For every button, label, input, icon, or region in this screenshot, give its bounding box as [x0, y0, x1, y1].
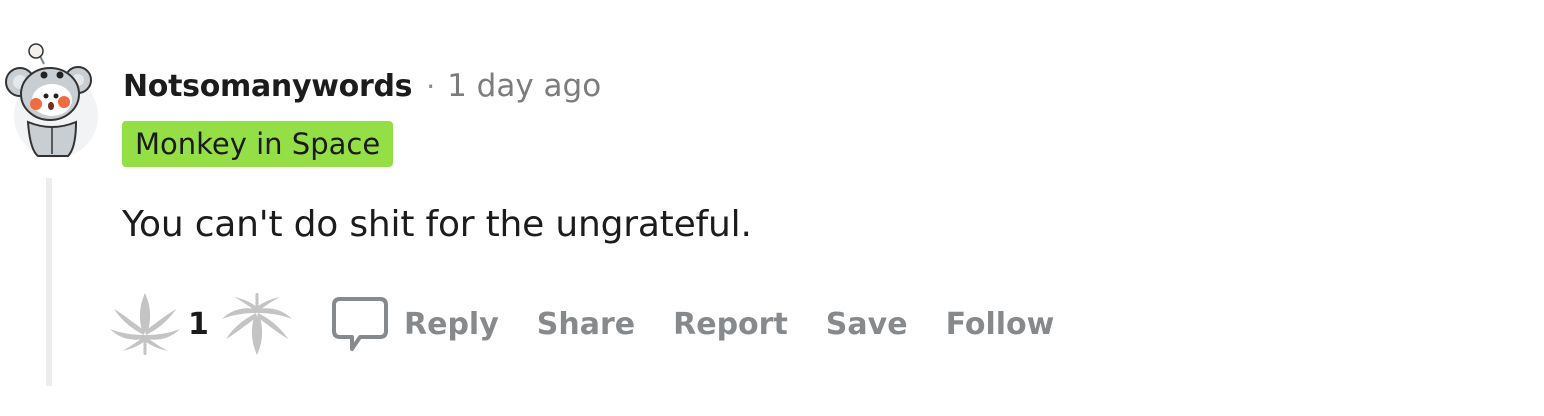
- comment-actions: 1 Reply Share Report Save Follow: [104, 288, 1054, 360]
- user-flair: Monkey in Space: [122, 121, 394, 167]
- comment-meta: Notsomanywords · 1 day ago: [123, 66, 601, 106]
- comment-body: You can't do shit for the ungrateful.: [122, 204, 752, 245]
- author-username[interactable]: Notsomanywords: [123, 69, 413, 104]
- follow-button[interactable]: Follow: [946, 307, 1055, 342]
- reply-button[interactable]: Reply: [330, 293, 499, 355]
- reply-label: Reply: [404, 306, 499, 342]
- share-button[interactable]: Share: [537, 307, 635, 342]
- user-avatar[interactable]: [4, 40, 100, 160]
- vote-score: 1: [188, 306, 209, 342]
- speech-bubble-icon: [332, 297, 388, 351]
- meta-separator: ·: [426, 69, 436, 103]
- leaf-downvote-icon[interactable]: [216, 291, 298, 357]
- comment: Notsomanywords · 1 day ago Monkey in Spa…: [0, 0, 1544, 416]
- save-button[interactable]: Save: [826, 307, 908, 342]
- leaf-upvote-icon[interactable]: [104, 291, 186, 357]
- comment-timestamp[interactable]: 1 day ago: [447, 68, 601, 104]
- report-button[interactable]: Report: [673, 307, 788, 342]
- thread-line[interactable]: [46, 178, 52, 386]
